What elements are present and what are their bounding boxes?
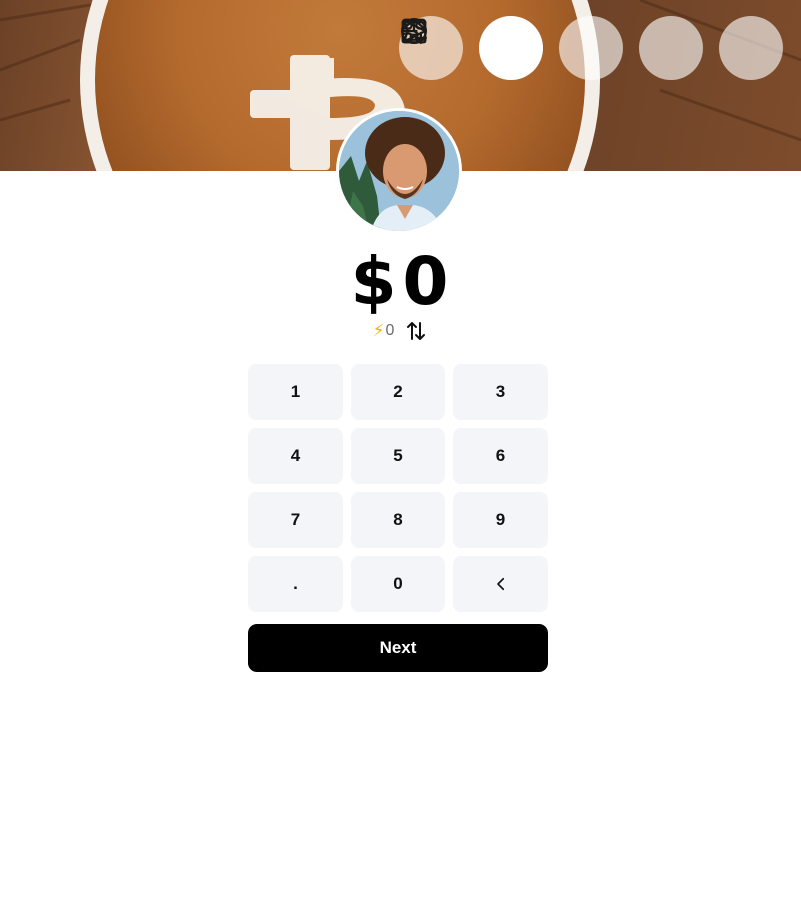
nav-menu-button[interactable] xyxy=(401,16,783,80)
key-8[interactable]: 8 xyxy=(351,492,445,548)
nav-send-button[interactable] xyxy=(402,16,703,80)
swap-currency-icon[interactable] xyxy=(404,319,428,343)
key-6[interactable]: 6 xyxy=(453,428,548,484)
chevron-left-icon xyxy=(496,577,504,591)
key-decimal[interactable]: . xyxy=(248,556,343,612)
nav-apps-button[interactable] xyxy=(401,16,543,80)
next-button[interactable]: Next xyxy=(248,624,548,672)
key-7[interactable]: 7 xyxy=(248,492,343,548)
menu-icon xyxy=(401,21,427,41)
amount-value: 0 xyxy=(402,243,451,320)
sats-amount: ⚡ 0 xyxy=(373,321,395,341)
key-1[interactable]: 1 xyxy=(248,364,343,420)
key-9[interactable]: 9 xyxy=(453,492,548,548)
key-backspace[interactable] xyxy=(453,556,548,612)
numeric-keypad: 1 2 3 4 5 6 7 8 9 . 0 xyxy=(248,364,548,612)
avatar-image xyxy=(339,111,459,231)
key-5[interactable]: 5 xyxy=(351,428,445,484)
key-3[interactable]: 3 xyxy=(453,364,548,420)
profile-avatar[interactable] xyxy=(336,108,462,234)
sats-value: 0 xyxy=(385,322,395,339)
key-0[interactable]: 0 xyxy=(351,556,445,612)
lightning-icon: ⚡ xyxy=(372,321,385,340)
currency-symbol: $ xyxy=(350,243,399,320)
nav-history-button[interactable] xyxy=(401,16,623,80)
key-4[interactable]: 4 xyxy=(248,428,343,484)
amount-display: $0 xyxy=(0,243,801,320)
top-navigation xyxy=(399,16,783,80)
sats-row: ⚡ 0 xyxy=(0,319,801,343)
key-2[interactable]: 2 xyxy=(351,364,445,420)
